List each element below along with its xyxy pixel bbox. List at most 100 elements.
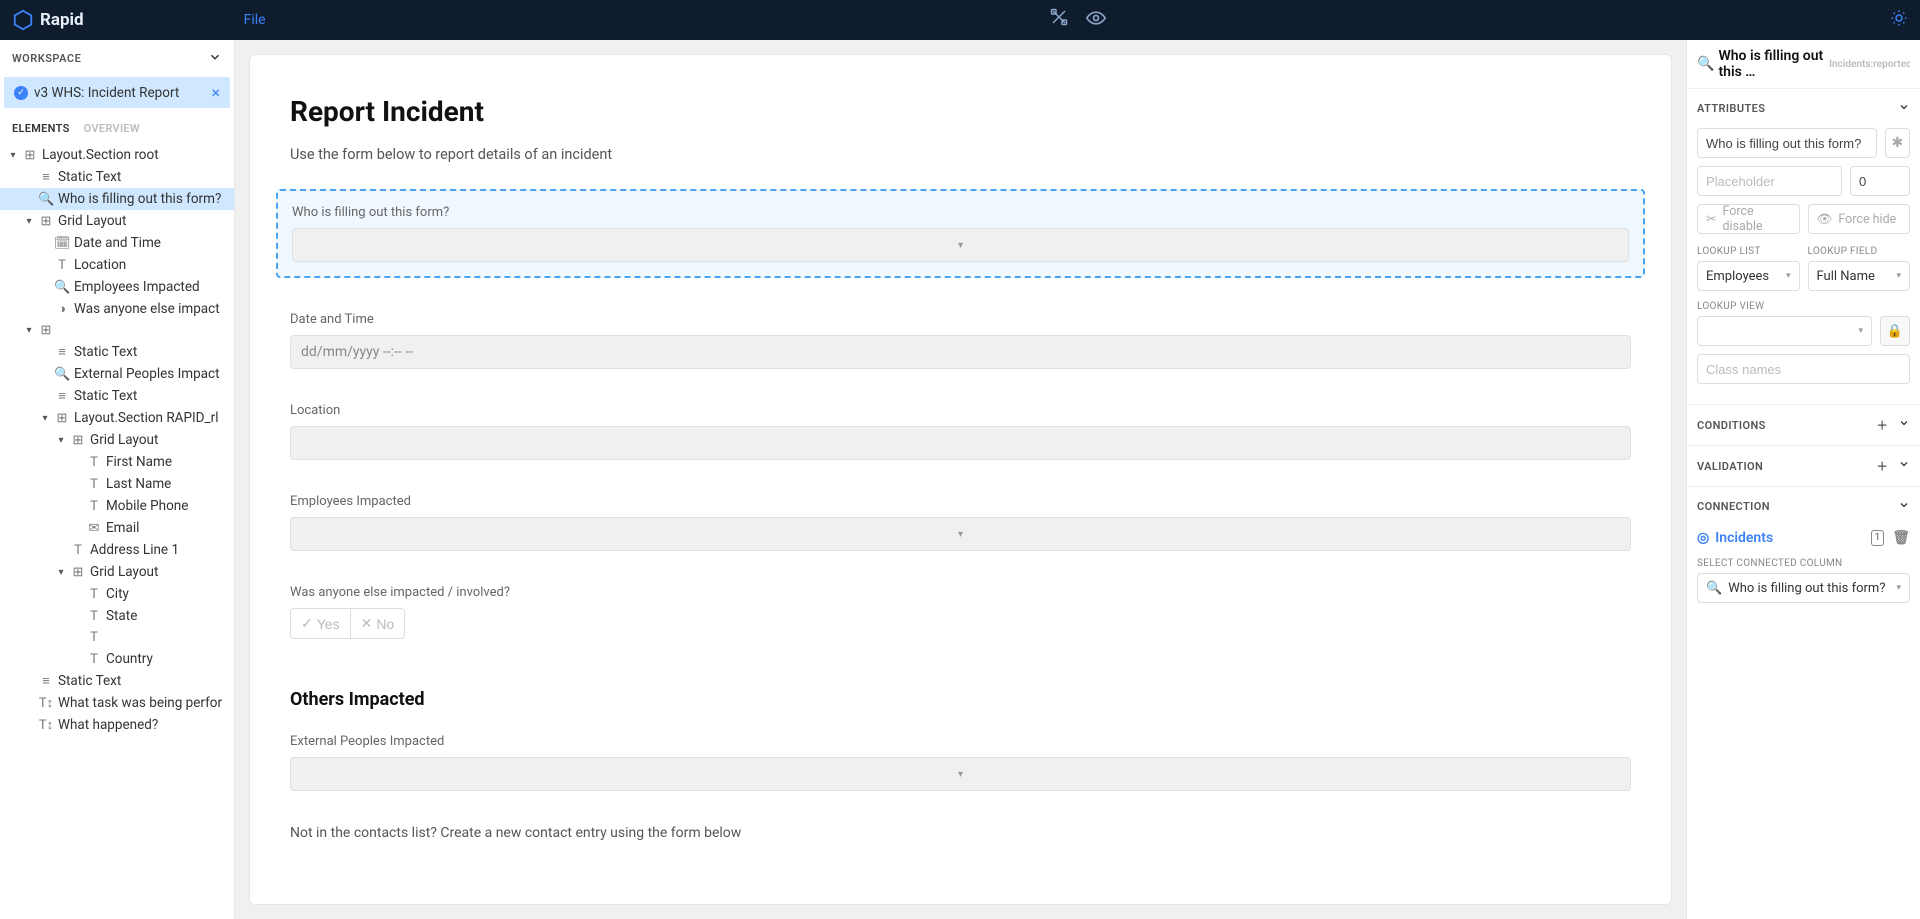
numeric-input[interactable]: [1850, 166, 1910, 196]
tree-node-label: Static Text: [74, 344, 137, 360]
field-employees[interactable]: Employees Impacted ▾: [290, 494, 1631, 551]
file-menu[interactable]: File: [244, 12, 266, 28]
caret-icon[interactable]: ▾: [40, 413, 50, 424]
plus-icon[interactable]: ＋: [1877, 458, 1888, 474]
horizontal-scrollbar[interactable]: [0, 903, 234, 919]
yes-button[interactable]: ✓Yes: [291, 609, 350, 638]
tree-node-icon: ⊞: [54, 411, 70, 426]
conditions-header[interactable]: CONDITIONS ＋: [1687, 405, 1920, 445]
chevron-down-icon[interactable]: [1898, 458, 1910, 474]
external-dropdown[interactable]: ▾: [290, 757, 1631, 791]
tree-row[interactable]: T: [0, 627, 234, 648]
employees-dropdown[interactable]: ▾: [290, 517, 1631, 551]
tab-overview[interactable]: OVERVIEW: [84, 122, 140, 135]
theme-toggle-icon[interactable]: [1890, 9, 1908, 31]
tree-row[interactable]: T↕What happened?: [0, 714, 234, 736]
tree-row[interactable]: TFirst Name: [0, 451, 234, 473]
brand-name: Rapid: [40, 10, 84, 30]
tree-row[interactable]: ≡Static Text: [0, 670, 234, 692]
tree-row[interactable]: ≡Static Text: [0, 341, 234, 363]
tree-node-label: Layout.Section root: [42, 147, 159, 163]
chevron-down-icon[interactable]: [1898, 417, 1910, 433]
tree-row[interactable]: ▾⊞Grid Layout: [0, 429, 234, 451]
tree-node-label: Date and Time: [74, 235, 161, 251]
chevron-down-icon[interactable]: [1898, 101, 1910, 116]
tree-node-label: First Name: [106, 454, 172, 470]
date-input[interactable]: dd/mm/yyyy --:-- --: [290, 335, 1631, 369]
workspace-header[interactable]: WORKSPACE: [0, 40, 234, 77]
close-tab-icon[interactable]: ×: [211, 83, 220, 102]
tree-node-label: Static Text: [58, 673, 121, 689]
trash-icon[interactable]: 🗑: [1892, 530, 1910, 546]
no-button[interactable]: ✕No: [351, 609, 405, 638]
connected-column-select[interactable]: 🔍Who is filling out this form? ▾: [1697, 573, 1910, 603]
canvas: Report Incident Use the form below to re…: [249, 54, 1672, 905]
attribute-name-input[interactable]: [1697, 128, 1877, 158]
design-tools-icon[interactable]: [1050, 8, 1068, 32]
attributes-header[interactable]: ATTRIBUTES: [1687, 89, 1920, 128]
chevron-down-icon[interactable]: [208, 50, 222, 67]
canvas-wrap[interactable]: Report Incident Use the form below to re…: [235, 40, 1686, 919]
x-icon: ✕: [361, 615, 373, 632]
tree-row[interactable]: 🔍Who is filling out this form?: [0, 188, 234, 210]
tree-row[interactable]: TMobile Phone: [0, 495, 234, 517]
tab-elements[interactable]: ELEMENTS: [12, 122, 70, 135]
lookup-view-select[interactable]: ▾: [1697, 316, 1872, 346]
caret-icon[interactable]: ▾: [24, 216, 34, 227]
validation-header[interactable]: VALIDATION ＋: [1687, 446, 1920, 486]
who-dropdown[interactable]: ▾: [292, 228, 1629, 262]
tree-row[interactable]: TCity: [0, 583, 234, 605]
lookup-field-select[interactable]: Full Name▾: [1808, 261, 1911, 291]
workspace-tab[interactable]: ✓ v3 WHS: Incident Report ×: [4, 77, 230, 108]
field-location[interactable]: Location: [290, 403, 1631, 460]
select-connected-column-label: SELECT CONNECTED COLUMN: [1697, 558, 1910, 569]
connection-item[interactable]: ◎ Incidents 1 🗑: [1697, 526, 1910, 554]
tree-row[interactable]: 🔍Employees Impacted: [0, 276, 234, 298]
elements-tree[interactable]: ▾⊞Layout.Section root≡Static Text🔍Who is…: [0, 144, 234, 903]
plus-icon[interactable]: ＋: [1877, 417, 1888, 433]
tree-row[interactable]: TLast Name: [0, 473, 234, 495]
tree-row[interactable]: ◑Was anyone else impact: [0, 298, 234, 320]
placeholder-input[interactable]: [1697, 166, 1842, 196]
left-sidebar: WORKSPACE ✓ v3 WHS: Incident Report × EL…: [0, 40, 235, 919]
lookup-list-select[interactable]: Employees▾: [1697, 261, 1800, 291]
class-names-input[interactable]: [1697, 354, 1910, 384]
caret-icon[interactable]: ▾: [8, 150, 18, 161]
tree-row[interactable]: TCountry: [0, 648, 234, 670]
tree-row[interactable]: TState: [0, 605, 234, 627]
tree-row[interactable]: TLocation: [0, 254, 234, 276]
force-hide-button[interactable]: 👁 Force hide: [1808, 204, 1911, 234]
chevron-down-icon: ▾: [1786, 271, 1791, 281]
field-who[interactable]: Who is filling out this form? ▾: [276, 189, 1645, 278]
single-icon[interactable]: 1: [1871, 530, 1885, 546]
tree-row[interactable]: ▾⊞Grid Layout: [0, 561, 234, 583]
tree-node-icon: T: [86, 499, 102, 514]
caret-icon[interactable]: ▾: [24, 325, 34, 336]
preview-eye-icon[interactable]: [1086, 8, 1106, 32]
tree-row[interactable]: ▾⊞: [0, 320, 234, 341]
tree-row[interactable]: ▾⊞Grid Layout: [0, 210, 234, 232]
tree-row[interactable]: TAddress Line 1: [0, 539, 234, 561]
tree-node-icon: T: [86, 609, 102, 624]
caret-icon[interactable]: ▾: [56, 435, 66, 446]
tree-row[interactable]: 🔍External Peoples Impact: [0, 363, 234, 385]
force-disable-button[interactable]: ✂ Force disable: [1697, 204, 1800, 234]
tree-row[interactable]: 🗓Date and Time: [0, 232, 234, 254]
tree-row[interactable]: ✉Email: [0, 517, 234, 539]
field-date[interactable]: Date and Time dd/mm/yyyy --:-- --: [290, 312, 1631, 369]
tree-row[interactable]: ≡Static Text: [0, 166, 234, 188]
tree-row[interactable]: ▾⊞Layout.Section root: [0, 144, 234, 166]
field-anyone[interactable]: Was anyone else impacted / involved? ✓Ye…: [290, 585, 1631, 639]
connection-header[interactable]: CONNECTION: [1687, 487, 1920, 526]
caret-icon[interactable]: ▾: [56, 567, 66, 578]
field-external[interactable]: External Peoples Impacted ▾: [290, 734, 1631, 791]
chevron-down-icon[interactable]: [1898, 499, 1910, 514]
lock-icon[interactable]: 🔒: [1880, 316, 1910, 346]
tree-row[interactable]: ≡Static Text: [0, 385, 234, 407]
required-toggle-icon[interactable]: ✱: [1885, 128, 1910, 158]
tree-row[interactable]: T↕What task was being perfor: [0, 692, 234, 714]
chevron-down-icon: ▾: [958, 529, 963, 540]
tree-node-icon: ✉: [86, 521, 102, 536]
tree-row[interactable]: ▾⊞Layout.Section RAPID_rl: [0, 407, 234, 429]
location-input[interactable]: [290, 426, 1631, 460]
